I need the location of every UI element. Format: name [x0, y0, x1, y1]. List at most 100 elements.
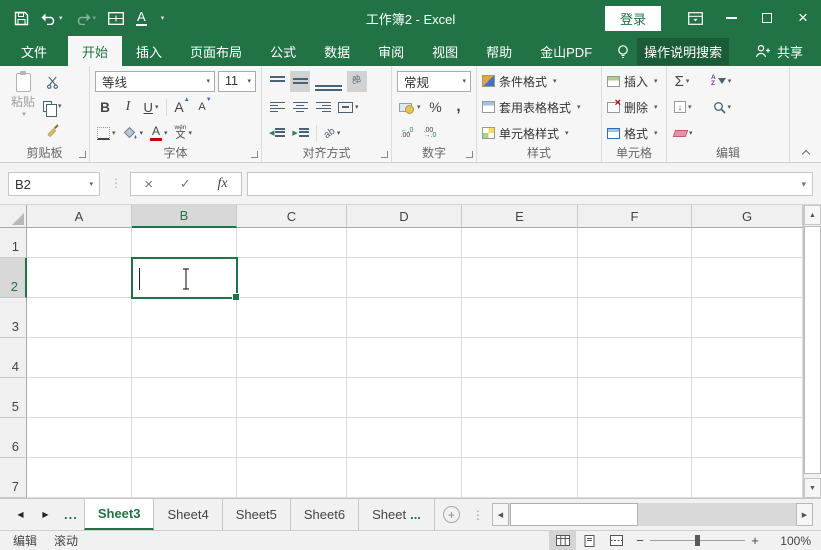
grid-cell[interactable]	[27, 458, 132, 498]
grid-cell[interactable]	[692, 338, 803, 378]
align-top-button[interactable]	[267, 71, 287, 92]
grid-cell[interactable]	[347, 378, 462, 418]
grid-cell[interactable]	[132, 338, 237, 378]
grid-cell[interactable]	[578, 298, 692, 338]
login-button[interactable]: 登录	[605, 6, 661, 31]
tab-view[interactable]: 视图	[418, 36, 472, 66]
collapse-ribbon-button[interactable]	[803, 148, 811, 156]
percent-style-button[interactable]: %	[426, 97, 446, 118]
grid-cell[interactable]	[347, 458, 462, 498]
name-box[interactable]: B2▾	[8, 172, 100, 196]
select-all-button[interactable]	[0, 205, 27, 228]
grid-cell[interactable]	[237, 258, 347, 298]
zoom-level[interactable]: 100%	[765, 534, 811, 548]
grid-cell[interactable]	[132, 458, 237, 498]
dialog-launcher-icon[interactable]	[251, 151, 258, 158]
comma-style-button[interactable]: ,	[449, 97, 469, 118]
align-middle-button[interactable]	[290, 71, 310, 92]
tell-me-input[interactable]: 操作说明搜索	[637, 38, 729, 65]
grid-cell[interactable]	[578, 258, 692, 298]
sheet-nav-left-button[interactable]: ◀	[8, 499, 33, 530]
grid-cell[interactable]	[692, 458, 803, 498]
minimize-button[interactable]	[713, 0, 749, 36]
grid-cell[interactable]	[462, 418, 578, 458]
customize-quick-access-button[interactable]: ▾	[153, 4, 171, 32]
grid-cell[interactable]	[578, 228, 692, 258]
italic-button[interactable]: I	[118, 97, 138, 118]
row-header-1[interactable]: 1	[0, 228, 27, 258]
tell-me-search[interactable]: 操作说明搜索	[616, 36, 729, 66]
grid-cell[interactable]	[692, 418, 803, 458]
grid-cell[interactable]	[462, 228, 578, 258]
tab-formulas[interactable]: 公式	[256, 36, 310, 66]
dialog-launcher-icon[interactable]	[381, 151, 388, 158]
accounting-format-button[interactable]: ▾	[397, 97, 423, 118]
grid-cell[interactable]	[347, 338, 462, 378]
tab-review[interactable]: 审阅	[364, 36, 418, 66]
format-as-table-button[interactable]: 套用表格格式▾	[482, 96, 598, 118]
font-name-combo[interactable]: 等线▾	[95, 71, 215, 92]
dialog-launcher-icon[interactable]	[466, 151, 473, 158]
cut-button[interactable]	[41, 72, 64, 93]
align-right-button[interactable]	[313, 97, 333, 118]
zoom-slider-thumb[interactable]	[695, 535, 700, 546]
merge-center-button[interactable]: ▾	[336, 97, 361, 118]
decrease-font-button[interactable]: A▼	[195, 97, 215, 118]
normal-view-button[interactable]	[549, 531, 576, 550]
sheet-tab-sheet6[interactable]: Sheet6	[291, 499, 359, 530]
font-color-button[interactable]: A	[130, 4, 153, 32]
grid-cell[interactable]	[462, 298, 578, 338]
scroll-up-button[interactable]: ▲	[804, 205, 821, 225]
align-left-button[interactable]	[267, 97, 287, 118]
decrease-indent-button[interactable]: ◀	[267, 123, 287, 144]
close-button[interactable]: ×	[785, 0, 821, 36]
ribbon-display-options-button[interactable]	[677, 0, 713, 36]
grid-cell[interactable]	[347, 228, 462, 258]
undo-button[interactable]: ▾	[35, 4, 69, 32]
tab-home[interactable]: 开始	[68, 36, 122, 66]
maximize-button[interactable]	[749, 0, 785, 36]
enter-button[interactable]: ✓	[180, 176, 191, 192]
tab-pdf[interactable]: 金山PDF	[526, 36, 606, 66]
column-header-f[interactable]: F	[578, 205, 692, 228]
find-select-button[interactable]: ▾	[711, 97, 734, 118]
row-header-5[interactable]: 5	[0, 378, 27, 418]
fill-color-button[interactable]: ▾	[121, 123, 146, 144]
grid-cell[interactable]	[237, 228, 347, 258]
sheet-tab-sheet4[interactable]: Sheet4	[154, 499, 222, 530]
sheet-nav-more-button[interactable]: ...	[58, 499, 84, 530]
clear-button[interactable]: ▾	[672, 123, 695, 144]
paste-button[interactable]: 粘贴 ▾	[5, 70, 41, 145]
wrap-text-button[interactable]: abc↵	[347, 71, 367, 92]
grid-cell[interactable]	[462, 258, 578, 298]
grid-cell[interactable]	[347, 298, 462, 338]
increase-font-button[interactable]: A▲	[172, 97, 192, 118]
phonetic-guide-button[interactable]: wén文▾	[173, 123, 194, 144]
grid-cell[interactable]	[132, 418, 237, 458]
column-header-e[interactable]: E	[462, 205, 578, 228]
zoom-in-button[interactable]: +	[745, 533, 765, 548]
row-header-3[interactable]: 3	[0, 298, 27, 338]
sheet-tab-sheet3[interactable]: Sheet3	[84, 499, 155, 530]
grid-cell[interactable]	[692, 258, 803, 298]
horizontal-scroll-thumb[interactable]	[510, 503, 638, 526]
grid-cell[interactable]	[237, 378, 347, 418]
share-button[interactable]: 共享	[755, 36, 821, 66]
sort-filter-button[interactable]: AZ▾	[709, 71, 733, 92]
grid-cell[interactable]	[27, 228, 132, 258]
table-tool-button[interactable]	[102, 4, 130, 32]
orientation-button[interactable]: ab▾	[322, 123, 343, 144]
column-header-g[interactable]: G	[692, 205, 803, 228]
dialog-launcher-icon[interactable]	[79, 151, 86, 158]
insert-cells-button[interactable]: 插入▾	[607, 70, 663, 92]
row-header-2[interactable]: 2	[0, 258, 27, 298]
row-header-6[interactable]: 6	[0, 418, 27, 458]
fill-button[interactable]: ↓▾	[672, 97, 694, 118]
bold-button[interactable]: B	[95, 97, 115, 118]
underline-button[interactable]: U▾	[141, 97, 161, 118]
increase-indent-button[interactable]: ▶	[290, 123, 310, 144]
grid-cell[interactable]	[578, 418, 692, 458]
tab-insert[interactable]: 插入	[122, 36, 176, 66]
page-layout-view-button[interactable]	[576, 531, 603, 550]
grid-cell[interactable]	[578, 378, 692, 418]
